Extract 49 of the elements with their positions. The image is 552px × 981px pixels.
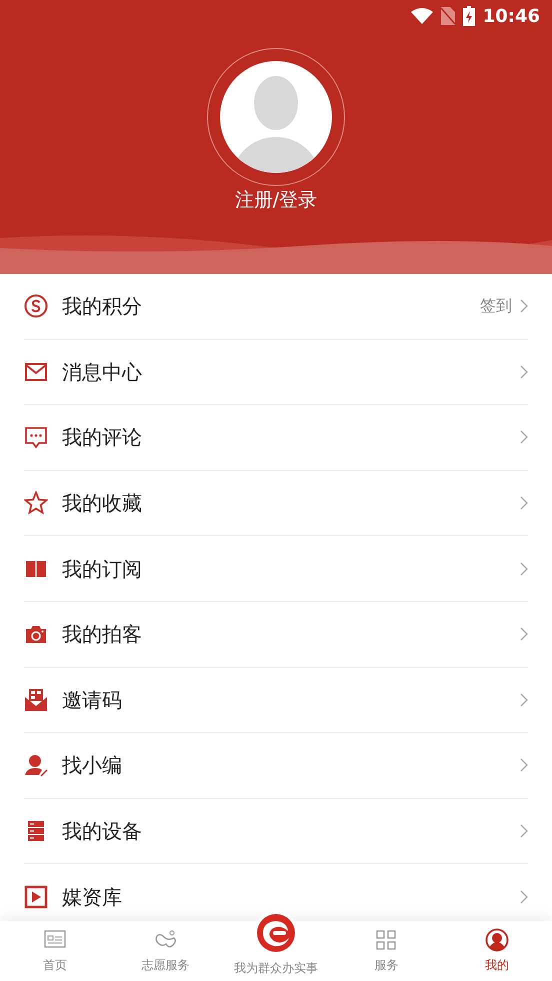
user-edit-icon [24,753,48,778]
sim-icon [440,7,455,25]
grid-icon [374,928,398,952]
menu-label: 我的拍客 [62,621,142,648]
chevron-right-icon [520,758,528,772]
chevron-right-icon [520,890,528,904]
tab-item[interactable]: 服务 [331,921,442,981]
menu-label: 媒资库 [62,884,122,911]
menu-label: 我的设备 [62,818,142,846]
tab-item[interactable]: 我的 [442,921,552,981]
user-circle-icon [484,928,509,952]
clock-time: 10:46 [482,4,540,28]
chevron-right-icon [520,496,528,510]
menu-item[interactable]: 找小编 [24,733,528,799]
menu-label: 找小编 [62,752,122,780]
comment-icon [24,425,48,450]
chevron-right-icon [520,692,528,707]
login-link[interactable]: 注册/登录 [234,189,318,211]
tab-item[interactable]: 首页 [0,921,110,981]
menu-item[interactable]: 我的收藏 [24,470,528,536]
chevron-right-icon [520,364,528,379]
battery-icon [462,6,475,26]
menu-label: 消息中心 [62,358,142,386]
menu-item[interactable]: 我的积分 签到 [24,274,528,340]
menu-label: 我的订阅 [62,556,142,583]
avatar[interactable] [220,61,332,173]
s-coin-icon [24,294,48,318]
menu-item[interactable]: 我的订阅 [24,536,528,602]
chevron-right-icon [520,824,528,838]
tab-item[interactable]: 志愿服务 [110,921,221,981]
chevron-right-icon [520,430,528,444]
menu-item[interactable]: 邀请码 [24,668,528,734]
menu-item[interactable]: 消息中心 [24,340,528,406]
play-icon [24,884,48,909]
tab-item[interactable]: 我为群众办实事 [220,911,332,981]
menu-item[interactable]: 我的拍客 [24,602,528,668]
chevron-right-icon [520,299,528,314]
menu-label: 我的积分 [62,293,142,320]
menu-label: 邀请码 [62,686,122,714]
chevron-right-icon [520,562,528,576]
star-icon [24,491,48,516]
menu-label: 我的收藏 [62,490,142,518]
menu-item[interactable]: 我的评论 [24,405,528,471]
wifi-icon [410,8,433,24]
chevron-right-icon [520,627,528,642]
sign-in-link[interactable]: 签到 [480,294,512,318]
invite-envelope-icon [24,688,48,712]
menu-label: 我的评论 [62,424,142,452]
menu-item[interactable]: 我的设备 [24,798,528,864]
